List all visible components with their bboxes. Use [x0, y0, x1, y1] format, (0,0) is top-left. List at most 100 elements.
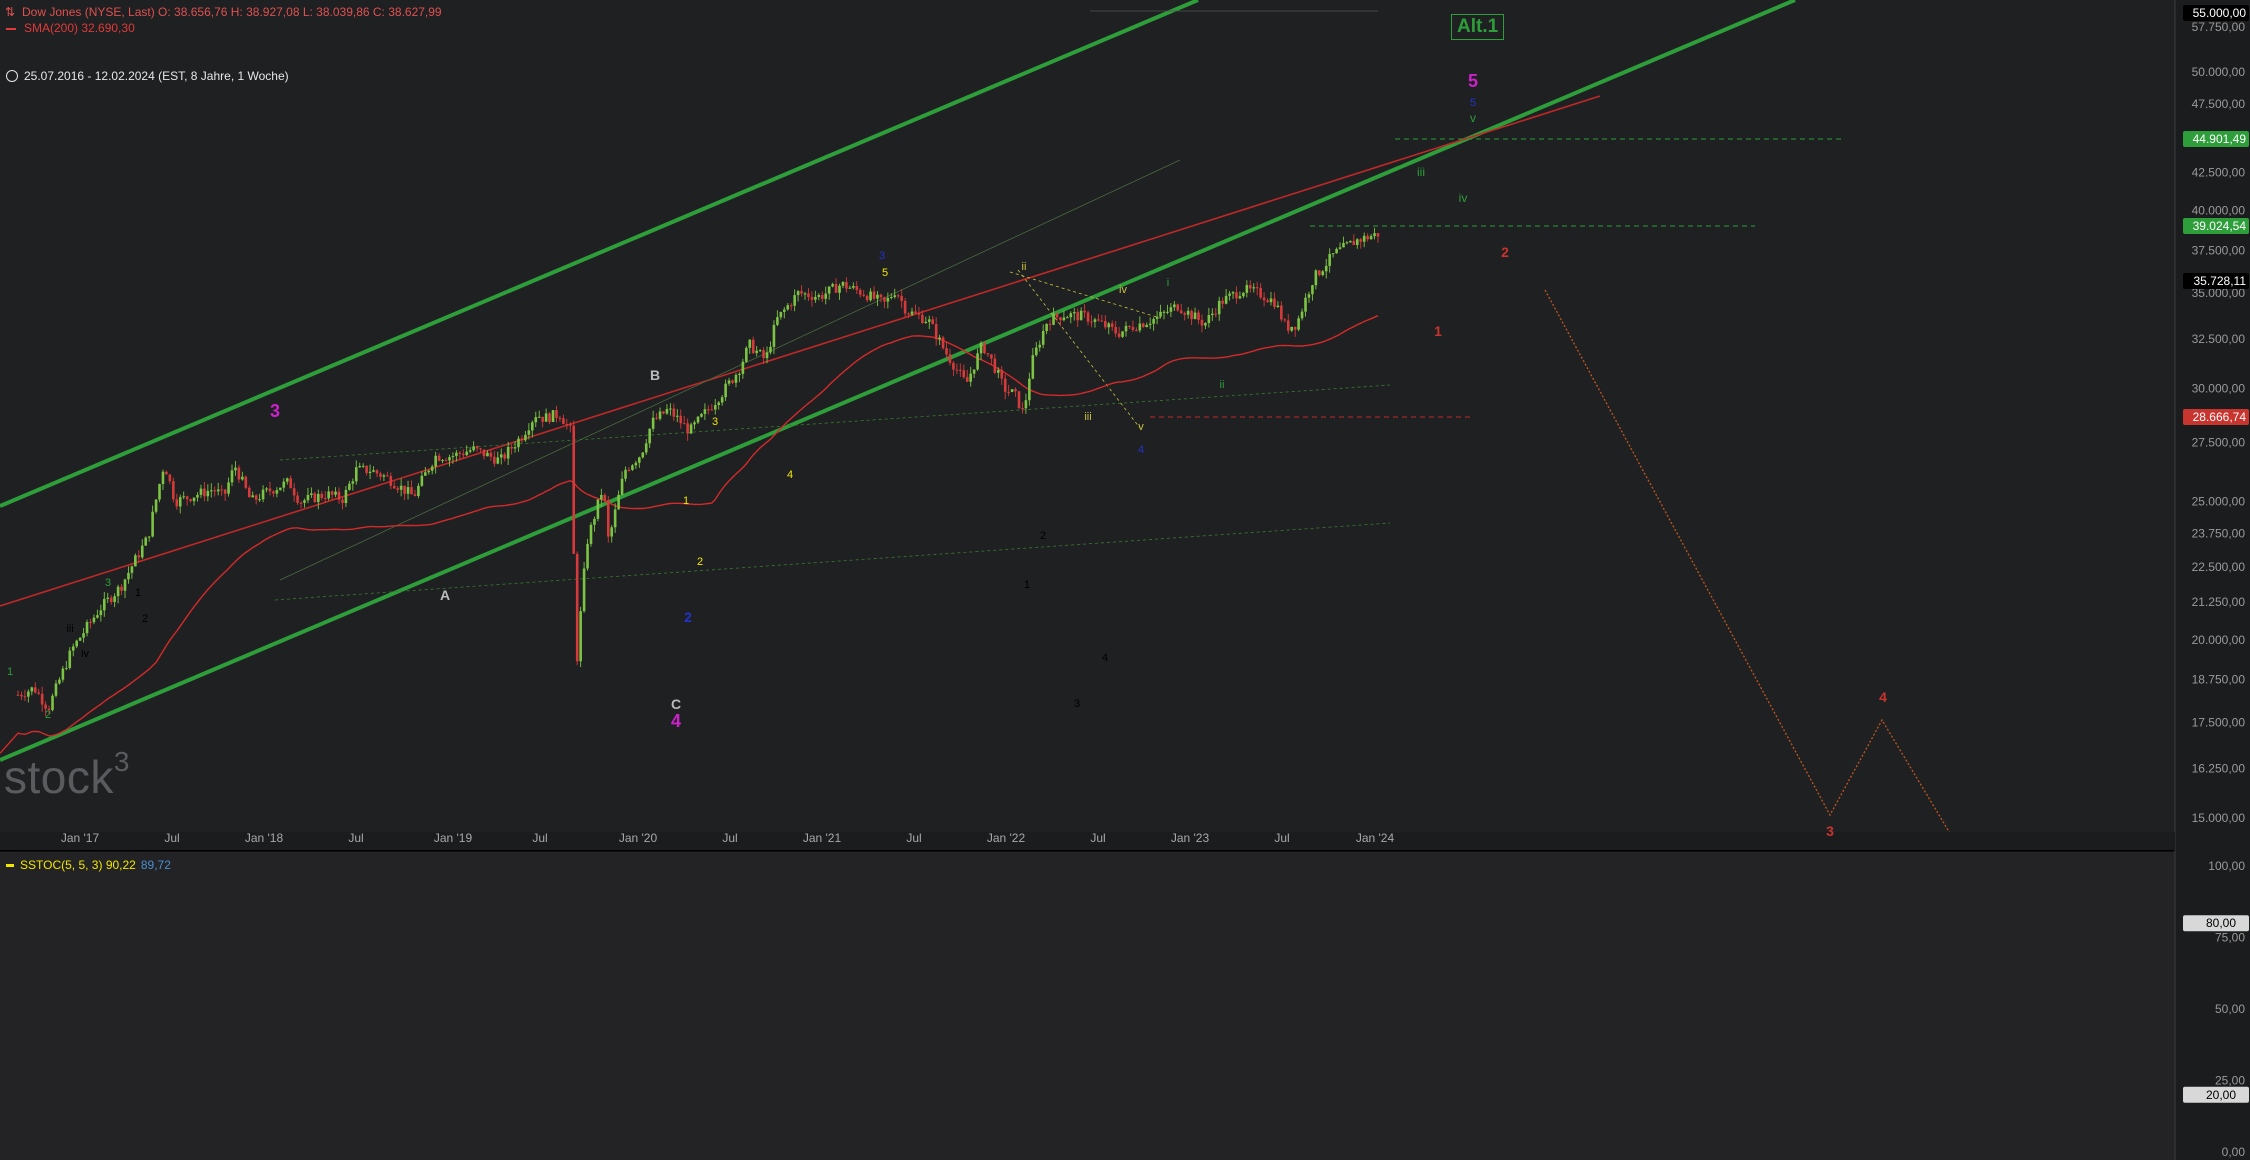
- candle-body: [337, 491, 341, 500]
- candle-body: [979, 342, 983, 354]
- candle-body: [354, 467, 358, 482]
- candle-body: [310, 493, 313, 495]
- candle-body: [969, 373, 972, 382]
- candle-body: [555, 410, 558, 418]
- candle-body: [1076, 312, 1079, 321]
- wave-label: 1: [683, 495, 689, 507]
- channel-lower-line: [0, 0, 1796, 762]
- candle-body: [441, 460, 444, 462]
- candle-body: [1304, 297, 1307, 312]
- candle-body: [78, 637, 82, 641]
- candle-body: [1362, 235, 1366, 242]
- candle-body: [800, 291, 803, 294]
- candle-body: [1000, 370, 1004, 379]
- candle-body: [123, 579, 127, 591]
- wave-label: 5: [1470, 97, 1476, 109]
- candle-body: [499, 454, 503, 458]
- candle-body: [914, 311, 917, 314]
- candle-body: [613, 509, 617, 528]
- candle-body: [655, 417, 658, 419]
- candle-body: [282, 481, 286, 488]
- stoch-tick-label: 25,00: [2215, 1074, 2245, 1088]
- candle-body: [489, 452, 493, 457]
- price-chart[interactable]: 57.750,00 50.000,00 47.500,00 42.500,00 40.0…: [0, 0, 2250, 1160]
- stoch-tick-label: 75,00: [2215, 931, 2245, 945]
- candle-body: [1097, 319, 1100, 321]
- candle-body: [437, 455, 441, 461]
- candle-body: [289, 478, 292, 489]
- price-tick-label: 18.750,00: [2192, 673, 2246, 687]
- candle-body: [758, 350, 762, 352]
- candle-body: [931, 319, 935, 325]
- candle-body: [927, 319, 931, 322]
- wave-label: 4: [1138, 444, 1144, 456]
- candle-body: [748, 339, 752, 348]
- candle-body: [461, 453, 465, 456]
- candle-body: [651, 417, 655, 429]
- candle-body: [606, 500, 610, 537]
- candle-body: [406, 487, 410, 494]
- price-tick-label: 17.500,00: [2192, 715, 2246, 729]
- candle-body: [1328, 253, 1331, 266]
- candle-body: [548, 413, 551, 422]
- candle-body: [858, 289, 862, 295]
- candle-body: [96, 615, 99, 618]
- candle-body: [127, 572, 130, 580]
- indicator-legend-line: [6, 864, 14, 868]
- price-tick-label: 27.500,00: [2192, 435, 2246, 449]
- helper-line: [279, 384, 1391, 461]
- candle-body: [151, 511, 154, 537]
- candle-body: [189, 499, 192, 502]
- candle-body: [275, 490, 279, 494]
- candle-body: [665, 409, 669, 414]
- candle-body: [1338, 247, 1342, 249]
- candle-body: [896, 295, 900, 297]
- candle-body: [641, 452, 645, 458]
- wave-label: v: [1470, 111, 1476, 125]
- wave-label: 1: [1434, 323, 1442, 339]
- stoch-tick-label: 0,00: [2222, 1145, 2246, 1159]
- candle-body: [513, 447, 517, 449]
- candle-body: [824, 293, 828, 299]
- candle-body: [710, 409, 714, 411]
- candle-body: [1273, 298, 1276, 307]
- candle-body: [168, 474, 172, 482]
- wave-label: 2: [1501, 244, 1509, 260]
- candle-body: [92, 617, 96, 623]
- candle-body: [1221, 300, 1224, 304]
- stoch-badge: 80,00: [2183, 915, 2249, 932]
- candle-body: [317, 493, 320, 503]
- candle-body: [582, 568, 586, 612]
- candle-body: [455, 452, 458, 457]
- candle-body: [872, 291, 876, 299]
- candle-body: [1093, 319, 1097, 322]
- candle-body: [786, 305, 790, 310]
- candle-body: [154, 499, 158, 512]
- wave-label: iii: [66, 623, 73, 635]
- price-badge: 39.024,54: [2183, 218, 2249, 234]
- candle-body: [745, 347, 748, 362]
- price-badge-label: 44.901,49: [2193, 132, 2247, 146]
- candle-body: [465, 451, 469, 456]
- candle-body: [793, 295, 796, 306]
- candle-body: [444, 460, 448, 462]
- candle-body: [921, 314, 924, 323]
- candle-body: [990, 354, 993, 359]
- candle-body: [1072, 312, 1076, 314]
- candle-body: [1135, 329, 1138, 331]
- candle-body: [375, 470, 379, 474]
- candle-body: [172, 481, 175, 500]
- wave-label: 3: [270, 401, 280, 421]
- candle-body: [782, 309, 786, 312]
- price-badge-label: 28.666,74: [2193, 410, 2247, 424]
- candle-body: [772, 324, 776, 347]
- candle-body: [1266, 300, 1269, 303]
- price-tick-label: 40.000,00: [2192, 203, 2246, 217]
- candle-body: [1034, 347, 1038, 356]
- candle-body: [727, 380, 731, 384]
- candle-body: [531, 422, 534, 431]
- candle-body: [624, 469, 627, 479]
- candle-body: [254, 495, 258, 500]
- candle-body: [1148, 323, 1152, 325]
- candle-body: [161, 471, 165, 485]
